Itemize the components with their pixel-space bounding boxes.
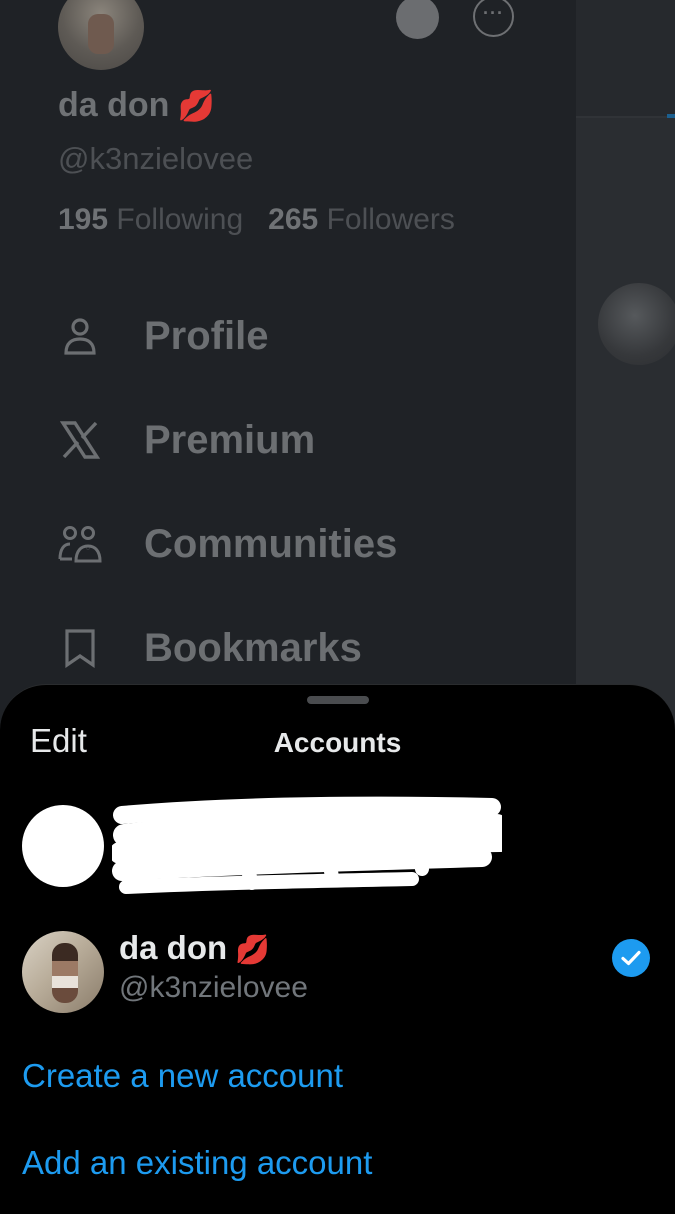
followers-link[interactable]: 265 Followers (268, 203, 455, 236)
account-row-active[interactable]: da don 💋 @k3nzielovee (0, 925, 675, 1035)
account-row-redacted[interactable] (0, 795, 675, 905)
create-account-link[interactable]: Create a new account (22, 1057, 343, 1095)
sheet-title: Accounts (0, 727, 675, 759)
add-existing-account-link[interactable]: Add an existing account (22, 1144, 372, 1182)
timeline-post-avatar (598, 283, 675, 365)
selected-check-icon (612, 939, 650, 977)
x-logo-icon (58, 418, 102, 462)
lips-emoji-icon: 💋 (177, 90, 214, 123)
account-name-text: da don (119, 929, 227, 966)
account-avatar (22, 805, 104, 887)
bookmark-icon (58, 626, 102, 670)
account-avatar (22, 931, 104, 1013)
account-handle: @k3nzielovee (119, 971, 308, 1005)
sheet-grabber[interactable] (307, 696, 369, 704)
menu-item-premium[interactable]: Premium (58, 410, 315, 470)
follow-stats: 195 Following 265 Followers (58, 203, 455, 237)
account-name: da don 💋 (119, 929, 270, 967)
menu-item-profile[interactable]: Profile (58, 306, 268, 366)
following-label: Following (116, 203, 243, 236)
followers-label: Followers (327, 203, 455, 236)
followers-count: 265 (268, 203, 318, 236)
person-icon (58, 314, 102, 358)
drawer-profile-name: da don💋 (58, 86, 215, 125)
following-link[interactable]: 195 Following (58, 203, 243, 236)
drawer-profile-handle: @k3nzielovee (58, 141, 253, 177)
menu-item-bookmarks[interactable]: Bookmarks (58, 618, 362, 678)
people-icon (58, 522, 102, 566)
following-count: 195 (58, 203, 108, 236)
profile-name-text: da don (58, 86, 169, 124)
menu-label-profile: Profile (144, 314, 268, 359)
menu-label-bookmarks: Bookmarks (144, 626, 362, 671)
menu-label-premium: Premium (144, 418, 315, 463)
menu-item-communities[interactable]: Communities (58, 514, 397, 574)
menu-label-communities: Communities (144, 522, 397, 567)
accounts-sheet: Edit Accounts da don💋 @k3nzielovee Creat… (0, 684, 675, 1214)
redaction-scribble (112, 795, 502, 905)
lips-emoji-icon: 💋 (235, 934, 270, 965)
